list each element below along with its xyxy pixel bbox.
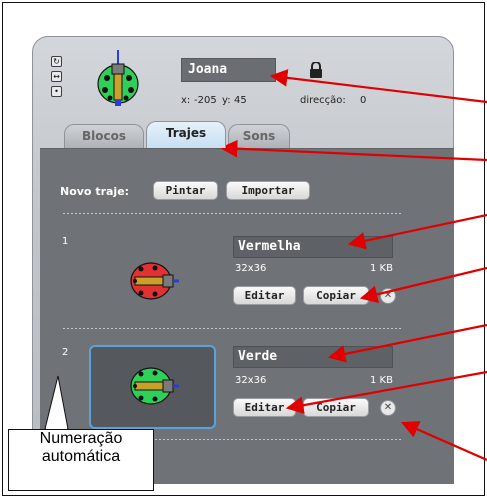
annotation-arrows: [219, 69, 487, 462]
tab-trajes[interactable]: Trajes: [146, 121, 226, 148]
